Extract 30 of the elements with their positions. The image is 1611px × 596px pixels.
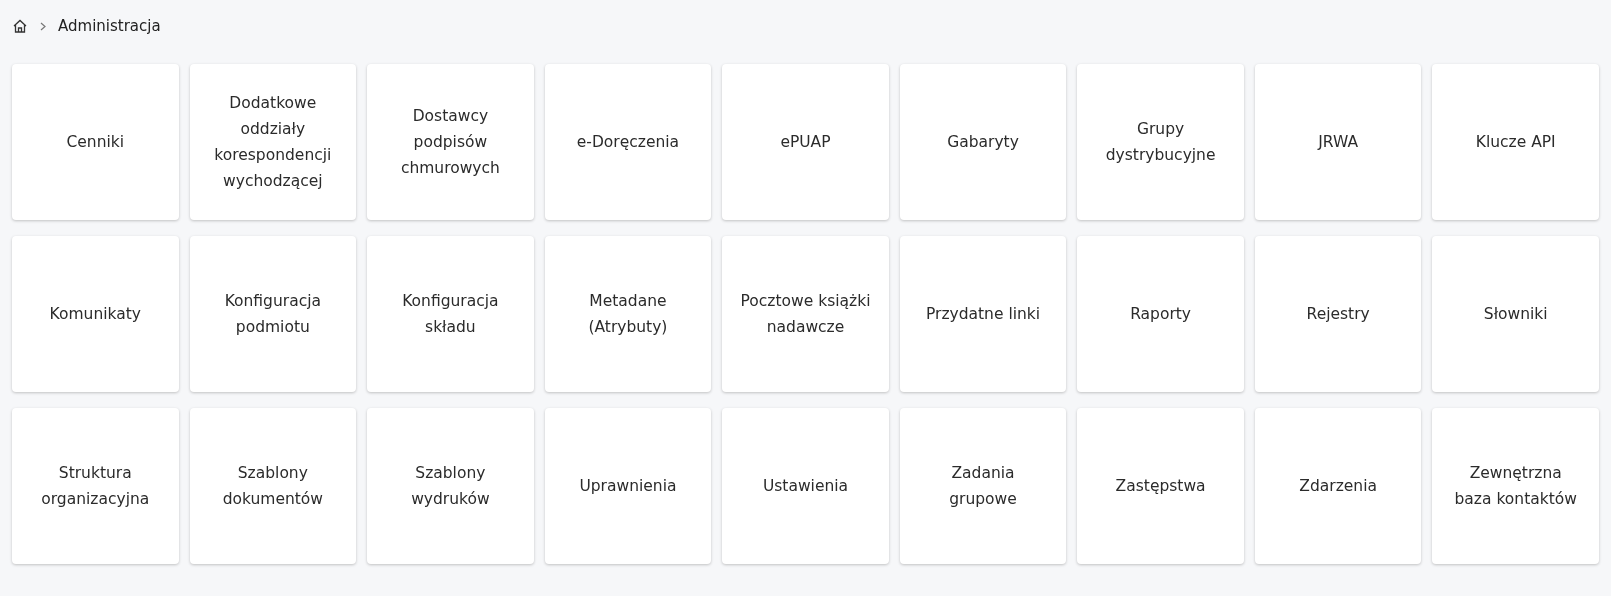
admin-tile[interactable]: Raporty	[1077, 236, 1244, 392]
admin-tile[interactable]: Klucze API	[1432, 64, 1599, 220]
home-icon[interactable]	[12, 18, 28, 34]
admin-tile[interactable]: Pocztowe książki nadawcze	[722, 236, 889, 392]
admin-tile[interactable]: Rejestry	[1254, 236, 1422, 392]
admin-tile[interactable]: Metadane (Atrybuty)	[544, 236, 712, 392]
admin-tile[interactable]: Zewnętrzna baza kontaktów	[1432, 408, 1599, 564]
admin-tile[interactable]: Komunikaty	[12, 236, 179, 392]
admin-tile[interactable]: Zdarzenia	[1254, 408, 1422, 564]
admin-tile[interactable]: Dodatkowe oddziały korespondencji wychodzącej	[189, 64, 357, 220]
chevron-icon	[40, 21, 46, 31]
admin-tile[interactable]: Ustawienia	[722, 408, 889, 564]
admin-tile[interactable]: ePUAP	[722, 64, 889, 220]
admin-tile[interactable]: Struktura organizacyjna	[12, 408, 179, 564]
admin-tile[interactable]: Cenniki	[12, 64, 179, 220]
admin-tile[interactable]: Dostawcy podpisów chmurowych	[367, 64, 534, 220]
admin-tile[interactable]: Grupy dystrybucyjne	[1077, 64, 1244, 220]
admin-tile[interactable]: Przydatne linki	[899, 236, 1067, 392]
admin-tile[interactable]: Gabaryty	[899, 64, 1067, 220]
breadcrumb-item: Administracja	[58, 17, 161, 35]
admin-tile[interactable]: JRWA	[1254, 64, 1422, 220]
admin-tile[interactable]: Szablony wydruków	[367, 408, 534, 564]
admin-tile[interactable]: Konfiguracja podmiotu	[189, 236, 357, 392]
admin-tile[interactable]: Szablony dokumentów	[189, 408, 357, 564]
admin-tile[interactable]: Uprawnienia	[544, 408, 712, 564]
admin-tile[interactable]: e-Doręczenia	[544, 64, 712, 220]
admin-tile[interactable]: Słowniki	[1432, 236, 1599, 392]
admin-tile[interactable]: Konfiguracja składu	[367, 236, 534, 392]
admin-tile[interactable]: Zastępstwa	[1077, 408, 1244, 564]
admin-tile[interactable]: Zadania grupowe	[899, 408, 1067, 564]
